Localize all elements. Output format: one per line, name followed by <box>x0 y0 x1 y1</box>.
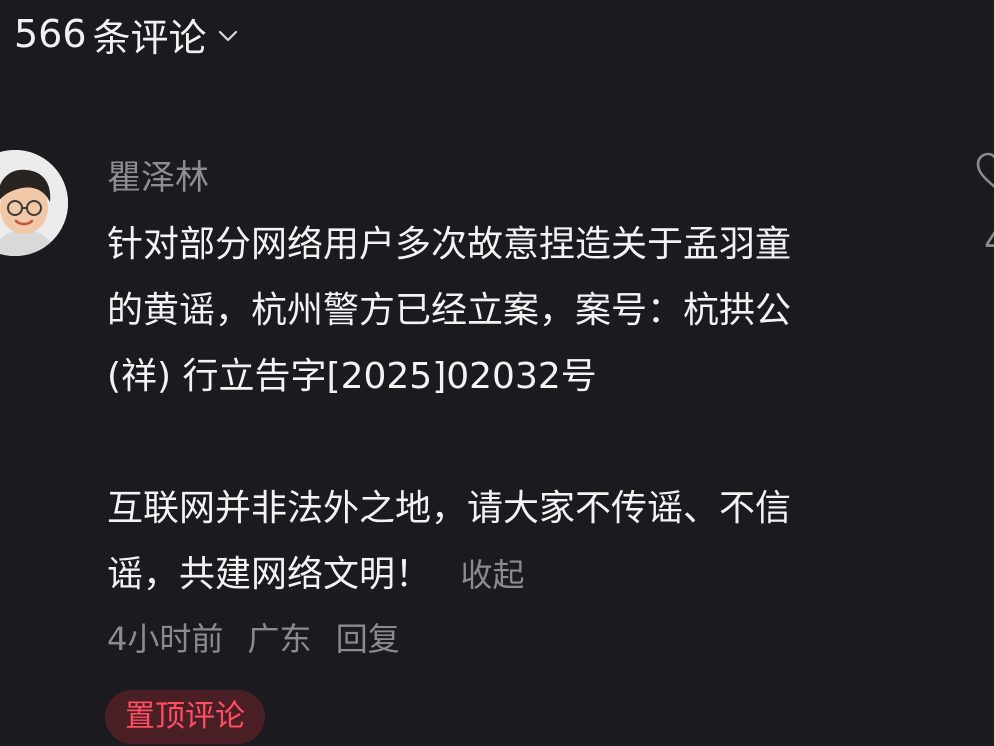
comment-line: (祥) 行立告字[2025]02032号 <box>107 356 597 397</box>
comment-body: 针对部分网络用户多次故意捏造关于孟羽童 的黄谣，杭州警方已经立案，案号：杭拱公 … <box>107 212 917 608</box>
comment-count-label: 条评论 <box>92 15 207 60</box>
comment-location: 广东 <box>247 620 312 658</box>
comments-panel: 566 条评论 瞿泽林 针对部分网络用户多次故意捏造关于孟羽童 的黄谣，杭州警方… <box>0 0 994 746</box>
comment-line-text: 谣，共建网络文明！ <box>107 554 432 595</box>
reply-button[interactable]: 回复 <box>336 620 400 658</box>
collapse-button[interactable]: 收起 <box>460 556 524 594</box>
chevron-down-icon[interactable] <box>217 25 239 47</box>
comment-line: 的黄谣，杭州警方已经立案，案号：杭拱公 <box>107 290 792 331</box>
comments-header[interactable]: 566 条评论 <box>14 8 239 60</box>
comment-meta: 4小时前 广东 回复 <box>107 614 400 664</box>
comment-line: 互联网并非法外之地，请大家不传谣、不信 <box>107 488 792 529</box>
comment-count: 566 <box>14 12 87 56</box>
comment-line: 针对部分网络用户多次故意捏造关于孟羽童 <box>107 224 792 265</box>
like-count: 4 <box>984 222 994 262</box>
comment-time: 4小时前 <box>107 620 224 658</box>
heart-icon[interactable] <box>976 150 994 194</box>
comment-line-last: 谣，共建网络文明！ 收起 <box>107 542 917 608</box>
user-avatar[interactable] <box>0 150 68 256</box>
comment-username[interactable]: 瞿泽林 <box>107 154 209 202</box>
pinned-comment-badge: 置顶评论 <box>105 690 265 744</box>
like-control[interactable]: 4 <box>976 150 994 270</box>
